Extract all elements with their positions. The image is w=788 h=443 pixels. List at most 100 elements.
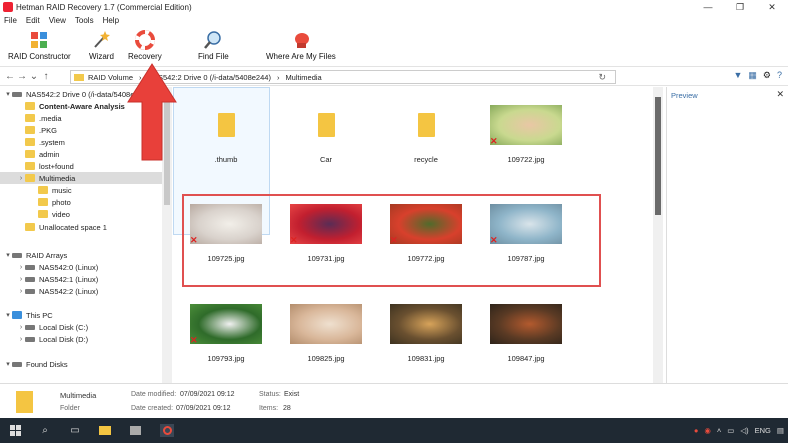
folder-item[interactable]: .thumb (181, 103, 271, 164)
menu-edit[interactable]: Edit (26, 16, 40, 25)
expand-chevron-icon[interactable]: › (17, 324, 25, 331)
minimize-button[interactable]: — (692, 0, 724, 14)
folder-item[interactable]: Car (281, 103, 371, 164)
raid-constructor-button[interactable]: RAID Constructor (8, 30, 71, 61)
tree-item[interactable]: music (0, 184, 162, 196)
preview-close-icon[interactable]: ✕ (776, 89, 784, 100)
item-thumbnail (390, 103, 462, 147)
drive-icon (25, 276, 35, 282)
item-thumbnail (290, 302, 362, 346)
refresh-icon[interactable]: ↻ (598, 72, 606, 83)
file-item[interactable]: 109847.jpg (481, 302, 571, 363)
file-grid-scroll-thumb[interactable] (655, 97, 661, 215)
expand-chevron-icon[interactable]: ▾ (4, 251, 12, 259)
status-bar: Multimedia Folder Date modified: 07/09/2… (0, 383, 788, 418)
tree-item[interactable]: › Multimedia (0, 172, 162, 184)
highlight-frame (182, 194, 601, 287)
item-thumbnail (290, 103, 362, 147)
folder-icon (25, 162, 35, 170)
folder-item[interactable]: recycle (381, 103, 471, 164)
file-name: 109831.jpg (407, 354, 445, 363)
tree-item[interactable]: ▾ RAID Arrays (0, 249, 162, 261)
close-button[interactable]: ✕ (756, 0, 788, 14)
item-thumbnail: ✕ (490, 103, 562, 147)
volume-icon[interactable]: ◁) (740, 426, 748, 435)
address-bar: ← → ⌄ ↑ RAID Volume › NAS542:2 Drive 0 (… (0, 66, 788, 86)
tree-item[interactable]: › NAS542:2 (Linux) (0, 285, 162, 297)
folder-icon (38, 198, 48, 206)
back-icon[interactable]: ← (4, 71, 16, 82)
where-are-my-files-button[interactable]: Where Are My Files (266, 30, 336, 61)
expand-chevron-icon[interactable]: › (17, 288, 25, 295)
window-title: Hetman RAID Recovery 1.7 (Commercial Edi… (16, 2, 192, 12)
status-created-label: Date created: (131, 405, 174, 412)
settings-icon[interactable]: ⚙ (763, 70, 771, 81)
breadcrumb-separator: › (276, 72, 280, 82)
expand-chevron-icon[interactable]: › (17, 276, 25, 283)
expand-chevron-icon[interactable]: › (17, 336, 25, 343)
tray-red-icon[interactable]: ◉ (704, 426, 711, 435)
recovery-button[interactable]: Recovery (128, 30, 162, 61)
tree-item-label: NAS542:1 (Linux) (39, 274, 99, 284)
taskbar-app-icon[interactable] (128, 424, 142, 437)
notifications-icon[interactable]: ▤ (777, 426, 784, 435)
view-mode-icon[interactable]: ▦ (748, 70, 757, 81)
file-grid-scrollbar[interactable] (653, 87, 663, 383)
file-item[interactable]: ✕ 109722.jpg (481, 103, 571, 164)
language-indicator[interactable]: ENG (755, 426, 771, 435)
tree-item[interactable]: video (0, 208, 162, 220)
tree-item[interactable]: › Local Disk (D:) (0, 333, 162, 345)
start-windows-icon[interactable] (8, 424, 22, 437)
tree-item[interactable]: ▾ Found Disks (0, 358, 162, 370)
wand-icon (91, 30, 111, 50)
network-icon[interactable]: ▭ (727, 426, 734, 435)
tray-chevron-icon[interactable]: ˄ (717, 426, 721, 435)
task-view-icon[interactable]: ▭ (68, 424, 82, 437)
wizard-button[interactable]: Wizard (89, 30, 114, 61)
find-file-button[interactable]: Find File (198, 30, 229, 61)
expand-chevron-icon[interactable]: › (17, 264, 25, 271)
search-icon[interactable]: ⌕ (38, 424, 52, 437)
status-status-value: Exist (284, 391, 300, 398)
drive-icon (25, 324, 35, 330)
expand-chevron-icon[interactable]: › (17, 175, 25, 182)
maximize-button[interactable]: ❐ (724, 0, 756, 14)
file-name: Car (319, 155, 333, 164)
status-modified-label: Date modified: (131, 391, 177, 398)
raid-recovery-taskbar-icon[interactable] (160, 424, 174, 437)
status-status-label: Status: (259, 391, 281, 398)
forward-icon[interactable]: → (16, 71, 28, 82)
tree-item[interactable]: › Local Disk (C:) (0, 321, 162, 333)
image-thumbnail (490, 304, 562, 344)
where-are-my-files-label: Where Are My Files (266, 52, 336, 61)
breadcrumb-multimedia[interactable]: Multimedia (285, 73, 321, 82)
tree-item[interactable]: ▾ This PC (0, 309, 162, 321)
file-name: 109722.jpg (507, 155, 545, 164)
tree-item-label: Unallocated space 1 (39, 222, 107, 232)
tree-item-label: Found Disks (26, 359, 68, 369)
help-icon[interactable]: ? (777, 70, 782, 81)
menu-help[interactable]: Help (103, 16, 119, 25)
tree-item[interactable]: › NAS542:0 (Linux) (0, 261, 162, 273)
tree-item[interactable]: Unallocated space 1 (0, 221, 162, 233)
file-explorer-icon[interactable] (98, 424, 112, 437)
filter-icon[interactable]: ▼ (733, 70, 742, 81)
tree-item[interactable]: photo (0, 196, 162, 208)
menu-file[interactable]: File (4, 16, 17, 25)
menu-tools[interactable]: Tools (75, 16, 94, 25)
tree-item[interactable]: › NAS542:1 (Linux) (0, 273, 162, 285)
image-thumbnail (490, 105, 562, 145)
expand-chevron-icon[interactable]: ▾ (4, 360, 12, 368)
tray-app-icon[interactable]: ● (694, 426, 699, 435)
expand-chevron-icon[interactable]: ▾ (4, 311, 12, 319)
drive-icon (12, 91, 22, 97)
tree-item-label: video (52, 209, 70, 219)
file-item[interactable]: 109825.jpg (281, 302, 371, 363)
up-icon[interactable]: ↑ (40, 71, 52, 82)
drive-icon (12, 361, 22, 367)
file-item[interactable]: ✕ 109793.jpg (181, 302, 271, 363)
history-dropdown-icon[interactable]: ⌄ (28, 71, 40, 82)
menu-view[interactable]: View (49, 16, 66, 25)
expand-chevron-icon[interactable]: ▾ (4, 90, 12, 98)
file-item[interactable]: 109831.jpg (381, 302, 471, 363)
